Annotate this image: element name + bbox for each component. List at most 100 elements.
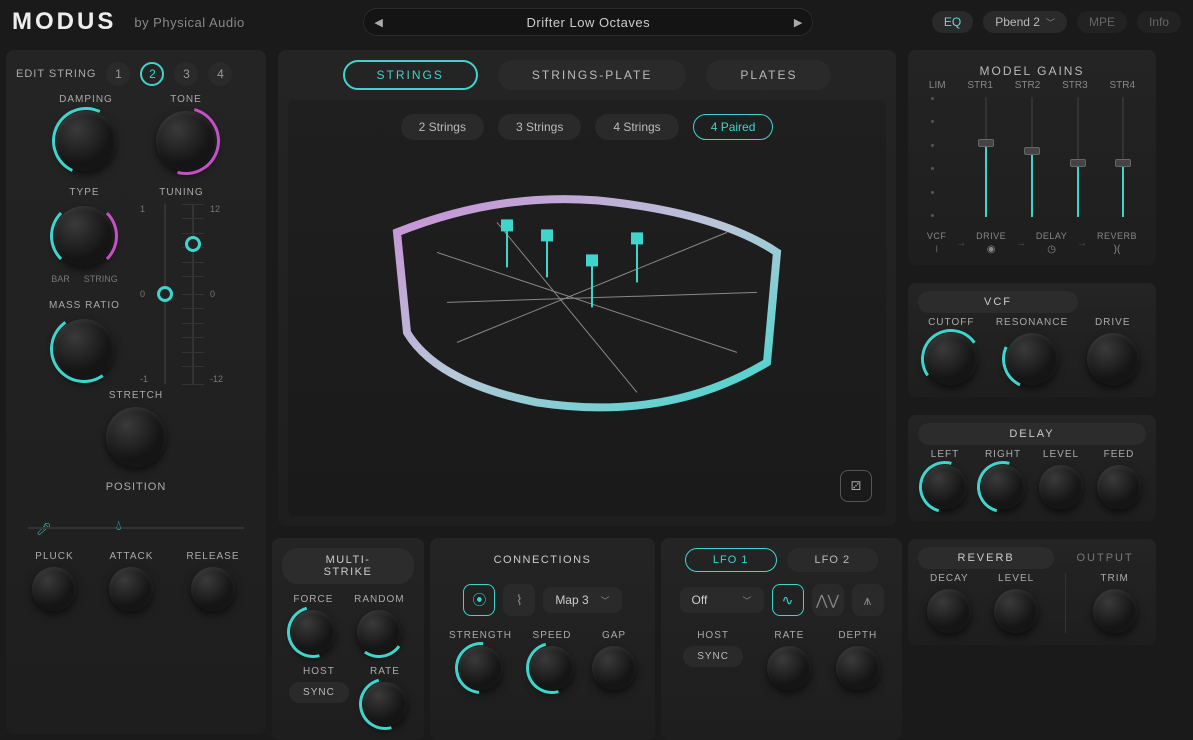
- arrow-icon: →: [1016, 238, 1026, 249]
- gain-slider-str3[interactable]: [1074, 97, 1082, 217]
- multistrike-sync-button[interactable]: SYNC: [289, 682, 349, 703]
- preset-bar[interactable]: ◀ Drifter Low Octaves ▶: [363, 8, 813, 36]
- vcf-drive-knob[interactable]: [1087, 333, 1139, 385]
- string-tab-1[interactable]: 1: [106, 62, 130, 86]
- delay-level-label: LEVEL: [1043, 449, 1079, 460]
- map-label: Map 3: [555, 593, 588, 607]
- preset-name[interactable]: Drifter Low Octaves: [383, 15, 794, 30]
- lfo-tab-2[interactable]: LFO 2: [787, 548, 879, 572]
- lfo-depth-knob[interactable]: [836, 646, 880, 690]
- damping-label: DAMPING: [59, 94, 113, 105]
- fx-chain-reverb[interactable]: REVERB)(: [1097, 231, 1137, 255]
- reverb-title[interactable]: REVERB: [918, 547, 1054, 569]
- gain-label-lim: LIM: [929, 80, 946, 91]
- attack-knob[interactable]: [109, 567, 153, 611]
- delay-title[interactable]: DELAY: [918, 423, 1146, 445]
- output-trim-label: TRIM: [1100, 573, 1128, 584]
- connection-mode-spring[interactable]: ⌇: [503, 584, 535, 616]
- tuning-slider-coarse[interactable]: [154, 204, 176, 384]
- delay-feedback-knob[interactable]: [1097, 465, 1141, 509]
- random-knob[interactable]: [357, 610, 401, 654]
- stretch-knob[interactable]: [106, 407, 166, 467]
- gain-slider-str1[interactable]: [982, 97, 990, 217]
- delay-level-knob[interactable]: [1039, 465, 1083, 509]
- pbend-dropdown[interactable]: Pbend 2 ﹀: [983, 11, 1067, 33]
- release-knob[interactable]: [191, 567, 235, 611]
- preset-prev-button[interactable]: ◀: [374, 16, 382, 29]
- pbend-label: Pbend 2: [995, 15, 1040, 29]
- string-tab-2[interactable]: 2: [140, 62, 164, 86]
- lfo-target-label: Off: [692, 593, 708, 607]
- speed-knob[interactable]: [530, 646, 574, 690]
- byline: by Physical Audio: [134, 15, 244, 30]
- position-slider[interactable]: 🎤︎ 💧︎: [28, 497, 244, 537]
- multistrike-title[interactable]: MULTI-STRIKE: [282, 548, 414, 584]
- subtab-4-strings[interactable]: 4 Strings: [595, 114, 678, 140]
- lfo-wave-triangle[interactable]: ⋀⋁: [812, 584, 844, 616]
- type-knob[interactable]: [54, 206, 114, 266]
- subtab-4-paired[interactable]: 4 Paired: [693, 114, 774, 140]
- string-editor-panel: EDIT STRING 1 2 3 4 DAMPING TONE TYPE BA…: [6, 50, 266, 734]
- multistrike-rate-knob[interactable]: [363, 682, 407, 726]
- vcf-title[interactable]: VCF: [918, 291, 1078, 313]
- cutoff-knob[interactable]: [925, 333, 977, 385]
- string-tab-4[interactable]: 4: [208, 62, 232, 86]
- fx-chain-vcf[interactable]: VCF⧙: [927, 231, 947, 255]
- position-label: POSITION: [16, 481, 256, 493]
- stretch-label: STRETCH: [109, 390, 163, 401]
- tuning-r-top: 12: [210, 204, 223, 214]
- reverb-icon: )(: [1114, 244, 1121, 255]
- tab-plates[interactable]: PLATES: [706, 60, 831, 90]
- delay-right-knob[interactable]: [981, 465, 1025, 509]
- subtab-3-strings[interactable]: 3 Strings: [498, 114, 581, 140]
- tuning-l-bot: -1: [140, 374, 148, 384]
- lfo-target-dropdown[interactable]: Off ﹀: [680, 587, 764, 613]
- lfo-wave-sine[interactable]: ∿: [772, 584, 804, 616]
- output-trim-knob[interactable]: [1093, 589, 1137, 633]
- string-tab-3[interactable]: 3: [174, 62, 198, 86]
- lfo-wave-random[interactable]: ⩚: [852, 584, 884, 616]
- connection-map-dropdown[interactable]: Map 3 ﹀: [543, 587, 621, 613]
- pluck-knob[interactable]: [32, 567, 76, 611]
- delay-left-knob[interactable]: [923, 465, 967, 509]
- gain-slider-str4[interactable]: [1119, 97, 1127, 217]
- force-label: FORCE: [293, 594, 333, 605]
- fx-chain-drive[interactable]: DRIVE◉: [976, 231, 1006, 255]
- damping-knob[interactable]: [56, 111, 116, 171]
- reverb-level-label: LEVEL: [998, 573, 1034, 584]
- mass-ratio-knob[interactable]: [54, 319, 114, 379]
- pluck-label: PLUCK: [35, 551, 73, 562]
- mpe-button[interactable]: MPE: [1077, 11, 1127, 33]
- random-wave-icon: ⩚: [864, 592, 872, 609]
- connection-mode-mass[interactable]: ⦿: [463, 584, 495, 616]
- lfo-tab-1[interactable]: LFO 1: [685, 548, 777, 572]
- tone-knob[interactable]: [156, 111, 216, 171]
- gain-meter-lim: [937, 97, 945, 217]
- delay-icon: ◷: [1047, 244, 1056, 255]
- cutoff-label: CUTOFF: [928, 317, 974, 328]
- fx-chain-delay[interactable]: DELAY◷: [1036, 231, 1067, 255]
- lfo-rate-label: RATE: [774, 630, 804, 641]
- edit-string-label: EDIT STRING: [16, 68, 96, 80]
- eq-button[interactable]: EQ: [932, 11, 973, 33]
- gap-knob[interactable]: [592, 646, 636, 690]
- reverb-decay-knob[interactable]: [927, 589, 971, 633]
- tuning-slider-fine[interactable]: [182, 204, 204, 384]
- subtab-2-strings[interactable]: 2 Strings: [401, 114, 484, 140]
- strength-knob[interactable]: [459, 646, 503, 690]
- lfo-sync-button[interactable]: SYNC: [683, 646, 743, 667]
- force-knob[interactable]: [291, 610, 335, 654]
- random-label: RANDOM: [354, 594, 404, 605]
- gain-label-str2: STR2: [1015, 80, 1041, 91]
- reverb-level-knob[interactable]: [994, 589, 1038, 633]
- speed-label: SPEED: [533, 630, 572, 641]
- lfo-rate-knob[interactable]: [767, 646, 811, 690]
- info-button[interactable]: Info: [1137, 11, 1181, 33]
- position-thumb-icon[interactable]: 💧︎: [116, 517, 122, 534]
- randomize-button[interactable]: ⚂: [840, 470, 872, 502]
- tab-strings[interactable]: STRINGS: [343, 60, 478, 90]
- resonance-knob[interactable]: [1006, 333, 1058, 385]
- tab-strings-plate[interactable]: STRINGS-PLATE: [498, 60, 686, 90]
- preset-next-button[interactable]: ▶: [794, 16, 802, 29]
- gain-slider-str2[interactable]: [1028, 97, 1036, 217]
